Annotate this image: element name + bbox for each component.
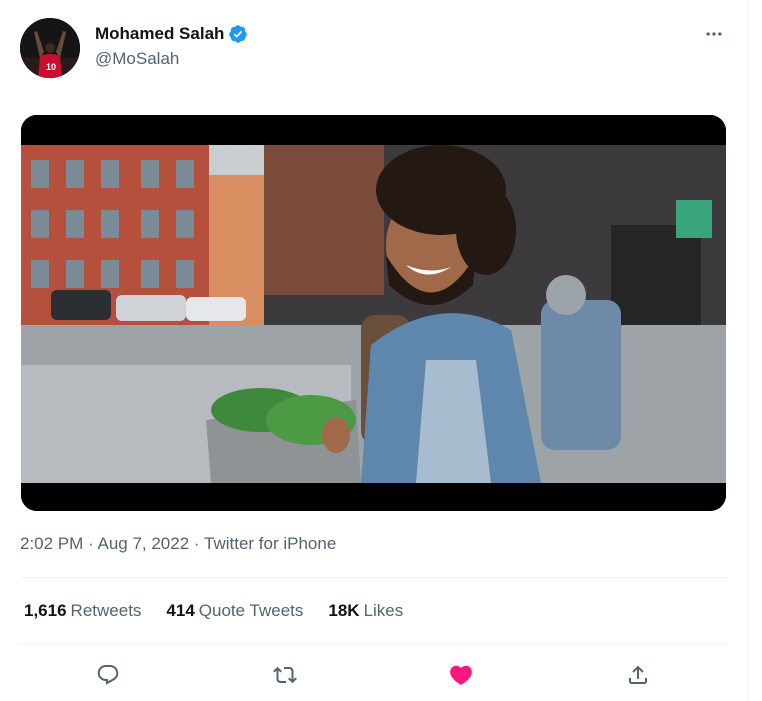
tweet-header: 10 Mohamed Salah @MoSalah: [20, 18, 728, 78]
author-info: Mohamed Salah @MoSalah: [95, 23, 248, 69]
divider-bottom: [20, 644, 728, 645]
retweets-stat[interactable]: 1,616 Retweets: [24, 601, 141, 621]
more-horizontal-icon: [706, 32, 722, 36]
author-handle[interactable]: @MoSalah: [95, 49, 248, 69]
reply-icon: [97, 665, 119, 685]
tweet-timestamp: 2:02 PM · Aug 7, 2022 · Twitter for iPho…: [20, 534, 336, 554]
more-options-button[interactable]: [702, 22, 726, 46]
tweet-date: Aug 7, 2022: [97, 534, 190, 553]
like-button[interactable]: [444, 658, 478, 692]
timeline-border: [747, 0, 748, 701]
meta-separator: ·: [83, 534, 98, 553]
share-button[interactable]: [621, 658, 655, 692]
retweets-count: 1,616: [24, 601, 67, 620]
divider-top: [20, 577, 728, 578]
quote-tweets-stat[interactable]: 414 Quote Tweets: [166, 601, 303, 621]
verified-badge-icon: [228, 24, 248, 44]
quote-tweets-count: 414: [166, 601, 195, 620]
tweet-video[interactable]: [21, 115, 726, 511]
quote-tweets-label: Quote Tweets: [198, 601, 304, 620]
retweets-label: Retweets: [70, 601, 142, 620]
share-icon: [629, 665, 647, 684]
retweet-icon: [273, 666, 297, 684]
tweet-stats: 1,616 Retweets 414 Quote Tweets 18K Likes: [24, 601, 428, 621]
heart-icon: [450, 665, 472, 685]
video-scene: [21, 145, 726, 483]
tweet-time-link[interactable]: 2:02 PM · Aug 7, 2022: [20, 534, 189, 553]
tweet-actions: [20, 658, 728, 692]
author-avatar[interactable]: 10: [20, 18, 80, 78]
tweet-source-link[interactable]: Twitter for iPhone: [204, 534, 336, 553]
tweet-time: 2:02 PM: [20, 534, 84, 553]
author-display-name[interactable]: Mohamed Salah: [95, 24, 224, 44]
avatar-image: 10: [20, 18, 80, 78]
name-row: Mohamed Salah: [95, 23, 248, 45]
svg-text:10: 10: [46, 62, 56, 72]
likes-label: Likes: [363, 601, 404, 620]
video-frame: [21, 115, 726, 511]
likes-count: 18K: [328, 601, 360, 620]
retweet-button[interactable]: [268, 658, 302, 692]
reply-button[interactable]: [91, 658, 125, 692]
likes-stat[interactable]: 18K Likes: [328, 601, 403, 621]
meta-separator: ·: [189, 534, 204, 553]
